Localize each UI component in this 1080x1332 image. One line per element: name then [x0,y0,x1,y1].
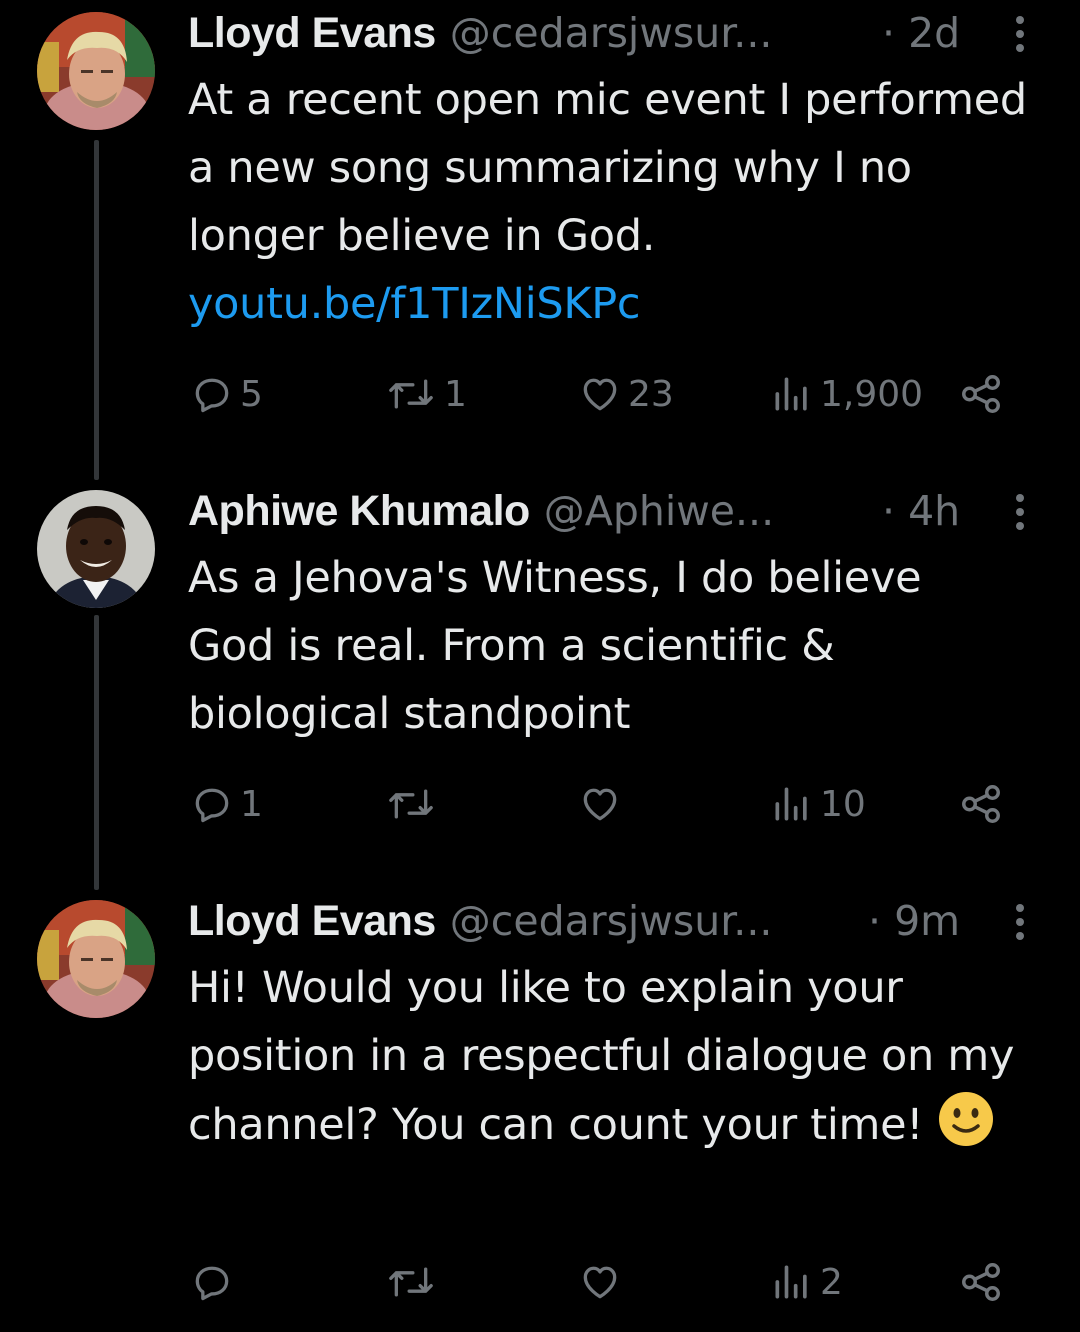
reply-icon [195,788,229,823]
more-icon[interactable] [1013,902,1027,942]
views-icon [775,377,807,411]
repost-count: 1 [444,373,467,415]
repost-button[interactable] [384,774,444,834]
timestamp[interactable]: · 2d [882,9,960,57]
tweet-text: As a Jehova's Witness, I do believe God … [188,544,1018,748]
views-button[interactable]: 10 [770,774,866,834]
like-icon [583,788,617,821]
tweet-text-content: At a recent open mic event I performed a… [188,75,1027,261]
share-icon [962,1263,1000,1301]
reply-count: 1 [240,783,263,825]
reply-button[interactable]: 5 [190,364,263,424]
author-name[interactable]: Lloyd Evans [188,897,436,946]
repost-button[interactable] [384,1252,444,1312]
views-icon [775,1265,807,1299]
thread-line [94,140,99,480]
author-handle[interactable]: @cedarsjwsur... [450,9,773,57]
repost-icon [389,379,433,409]
action-bar: 2 [188,1252,1018,1312]
share-icon [962,375,1000,413]
share-button[interactable] [958,364,1004,424]
reply-icon [195,378,229,413]
tweet-text: Hi! Would you like to explain your posit… [188,954,1038,1159]
slightly-smiling-face-emoji [938,1092,993,1146]
author-handle[interactable]: @Aphiwe... [544,487,774,535]
tweet-header: Aphiwe Khumalo @Aphiwe... · 4h [188,486,1038,536]
like-button[interactable] [578,1252,628,1312]
share-icon [962,785,1000,823]
tweet-header: Lloyd Evans @cedarsjwsur... · 9m [188,896,1038,946]
tweet-header: Lloyd Evans @cedarsjwsur... · 2d [188,8,1038,58]
reply-icon [195,1266,229,1301]
tweet-text-content: As a Jehova's Witness, I do believe God … [188,553,922,739]
share-button[interactable] [958,1252,1004,1312]
share-button[interactable] [958,774,1004,834]
views-button[interactable]: 2 [770,1252,843,1312]
author-name[interactable]: Aphiwe Khumalo [188,487,530,536]
tweet-text-content: Hi! Would you like to explain your posit… [188,963,1015,1150]
like-icon [583,1266,617,1299]
like-count: 23 [628,373,674,415]
action-bar: 5 1 23 1,900 [188,364,1018,424]
views-count: 1,900 [820,373,924,415]
more-icon[interactable] [1013,14,1027,54]
action-bar: 1 10 [188,774,1018,834]
avatar[interactable] [37,490,155,608]
author-name[interactable]: Lloyd Evans [188,9,436,58]
like-button[interactable]: 23 [578,364,674,424]
views-icon [775,787,807,821]
like-button[interactable] [578,774,628,834]
tweet-text: At a recent open mic event I performed a… [188,66,1038,338]
reply-count: 5 [240,373,263,415]
more-icon[interactable] [1013,492,1027,532]
avatar[interactable] [37,12,155,130]
views-count: 10 [820,783,866,825]
views-count: 2 [820,1261,843,1303]
repost-icon [389,789,433,819]
reply-button[interactable]: 1 [190,774,263,834]
reply-button[interactable] [190,1252,240,1312]
repost-button[interactable]: 1 [384,364,467,424]
repost-icon [389,1267,433,1297]
thread-line [94,615,99,890]
timestamp[interactable]: · 9m [868,897,960,945]
author-handle[interactable]: @cedarsjwsur... [450,897,773,945]
views-button[interactable]: 1,900 [770,364,923,424]
tweet-link[interactable]: youtu.be/f1TIzNiSKPc [188,279,641,329]
like-icon [583,378,617,411]
timestamp[interactable]: · 4h [882,487,960,535]
avatar[interactable] [37,900,155,1018]
